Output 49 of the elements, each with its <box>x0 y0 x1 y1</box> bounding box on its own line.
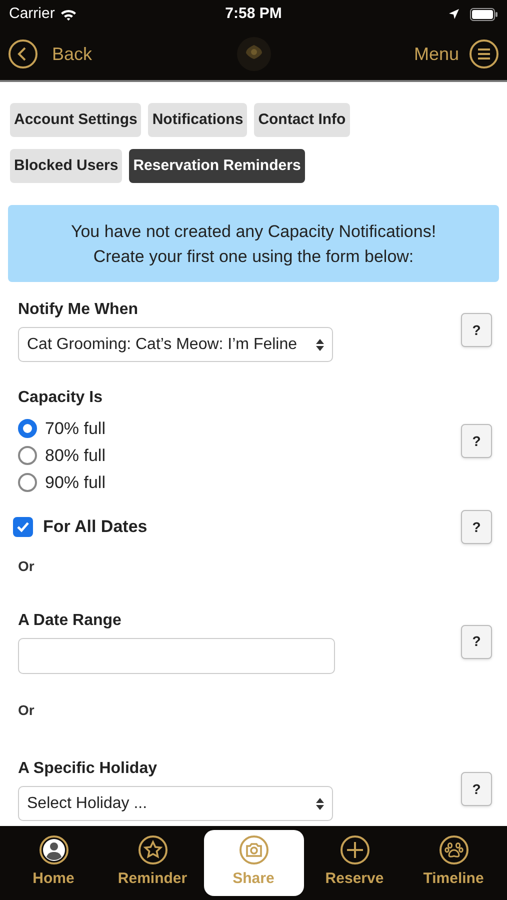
help-button[interactable]: ? <box>461 424 492 458</box>
checkbox-label: For All Dates <box>43 516 148 538</box>
date-range-field[interactable] <box>18 638 335 674</box>
settings-tab[interactable]: Contact Info <box>254 103 350 137</box>
help-button[interactable]: ? <box>461 624 492 658</box>
dropdown-field[interactable]: Cat Grooming: Cat’s Meow: I’m Feline <box>18 327 333 362</box>
settings-tab[interactable]: Blocked Users <box>10 149 122 183</box>
or-separator: Or <box>18 557 34 576</box>
menu-button[interactable]: Menu <box>349 39 499 69</box>
back-chevron-icon <box>8 39 38 69</box>
menu-icon <box>469 39 499 69</box>
checkbox[interactable] <box>13 517 33 537</box>
paw-icon <box>438 835 468 866</box>
help-button[interactable]: ? <box>461 313 492 347</box>
logo-icon <box>236 37 270 71</box>
person-icon <box>38 835 68 866</box>
updown-arrows-icon <box>316 798 324 810</box>
tab-bar-item[interactable]: Home <box>6 830 102 896</box>
updown-arrows-icon <box>316 338 324 350</box>
radio-label: 80% full <box>45 444 106 467</box>
tab-bar-item[interactable]: Reserve <box>306 830 402 896</box>
field-label: A Date Range <box>18 611 122 631</box>
or-separator: Or <box>18 701 34 720</box>
battery-icon <box>470 8 498 20</box>
wifi-icon <box>60 8 77 20</box>
help-button[interactable]: ? <box>461 510 492 544</box>
dropdown-field[interactable]: Select Holiday ... <box>18 786 333 821</box>
clock-time: 7:58 PM <box>225 4 282 22</box>
notice-banner: You have not created any Capacity Notifications! Create your first one using the form below: <box>8 205 499 282</box>
radio-button[interactable] <box>18 419 37 438</box>
radio-label: 90% full <box>45 472 106 494</box>
radio-button[interactable] <box>18 473 37 492</box>
settings-tab[interactable]: Notifications <box>148 103 248 137</box>
plus-icon <box>340 835 370 866</box>
camera-icon <box>238 835 268 866</box>
tab-bar-item[interactable]: Reminder <box>104 830 200 896</box>
field-label: Capacity Is <box>18 388 104 408</box>
help-button[interactable]: ? <box>461 772 492 806</box>
carrier-label: Carrier <box>9 4 55 24</box>
radio-button[interactable] <box>18 446 37 465</box>
settings-tab[interactable]: Account Settings <box>10 103 142 137</box>
settings-tab[interactable]: Reservation Reminders <box>129 149 305 183</box>
location-arrow-icon <box>448 8 460 20</box>
tab-bar-item[interactable]: Timeline <box>406 830 502 896</box>
field-label: A Specific Holiday <box>18 759 158 779</box>
checkmark-icon <box>16 520 30 534</box>
back-button[interactable]: Back <box>8 39 158 69</box>
field-label: Notify Me When <box>18 300 139 320</box>
radio-label: 70% full <box>45 418 106 440</box>
